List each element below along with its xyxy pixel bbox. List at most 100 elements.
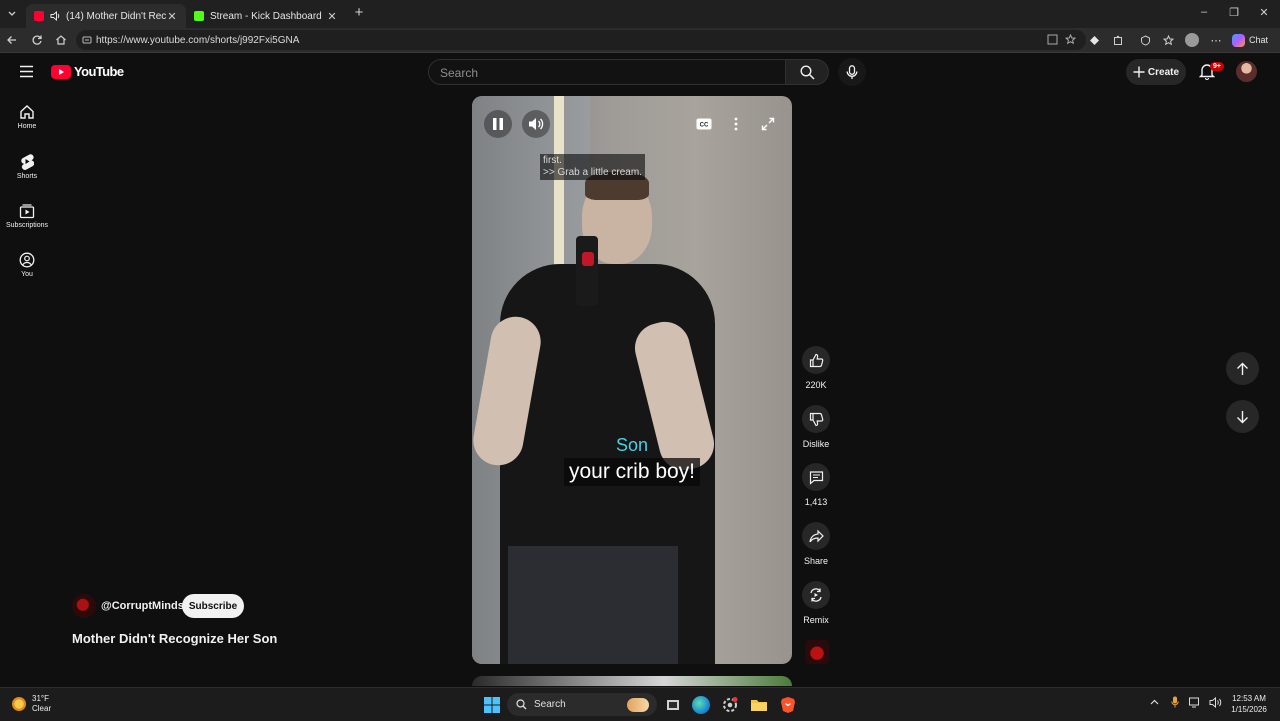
browser-toolbar: https://www.youtube.com/shorts/j992Fxi5G…	[0, 28, 1280, 53]
video-frame-object-light	[582, 252, 594, 266]
show-hidden-icons-chevron-icon[interactable]	[1150, 699, 1159, 705]
volume-button[interactable]	[522, 110, 550, 138]
dislike-label: Dislike	[802, 439, 830, 449]
voice-search-button[interactable]	[838, 58, 866, 86]
tab-close-icon[interactable]: ✕	[166, 10, 178, 23]
copilot-chat-button[interactable]: Chat	[1232, 32, 1268, 48]
dislike-button[interactable]: Dislike	[797, 405, 835, 449]
extensions-puzzle-icon[interactable]	[1110, 32, 1126, 48]
dislike-circle	[802, 405, 830, 433]
caption-line: >> Grab a little cream.	[543, 167, 642, 178]
sound-thumbnail[interactable]	[805, 640, 829, 664]
favorite-star-icon[interactable]	[1065, 34, 1076, 45]
sidebar-item-subscriptions[interactable]: Subscriptions	[0, 203, 54, 229]
svg-text:CC: CC	[700, 123, 709, 129]
tab-close-icon[interactable]: ✕	[326, 10, 338, 23]
account-avatar[interactable]	[1236, 61, 1257, 82]
address-bar[interactable]: https://www.youtube.com/shorts/j992Fxi5G…	[76, 30, 1086, 50]
remix-button[interactable]: Remix	[797, 581, 835, 625]
channel-name[interactable]: @CorruptMinds	[101, 600, 184, 612]
copilot-icon	[1232, 33, 1245, 47]
clock-date: 1/15/2026	[1231, 705, 1267, 714]
burned-caption-highlight: Son	[615, 435, 649, 455]
comment-icon	[809, 470, 824, 485]
settings-gear-icon[interactable]	[721, 696, 739, 714]
guide-menu-icon[interactable]	[19, 65, 34, 78]
remix-circle	[802, 581, 830, 609]
extension-diamond-icon[interactable]	[1086, 32, 1102, 48]
weather-widget[interactable]: 31°F Clear	[12, 694, 51, 714]
network-icon[interactable]	[1189, 697, 1201, 708]
closed-captions-icon[interactable]: CC	[694, 114, 714, 134]
more-menu-icon[interactable]: ⋯	[1208, 32, 1224, 48]
back-icon[interactable]	[4, 32, 20, 48]
file-explorer-icon[interactable]	[750, 696, 768, 714]
more-options-icon[interactable]	[726, 114, 746, 134]
task-view-icon[interactable]	[664, 696, 682, 714]
previous-short-button[interactable]	[1226, 352, 1259, 385]
browser-essentials-icon[interactable]	[1137, 32, 1153, 48]
new-tab-button[interactable]: +	[351, 4, 367, 21]
search-input[interactable]	[429, 60, 772, 86]
volume-tray-icon[interactable]	[1209, 696, 1222, 708]
sidebar-item-home[interactable]: Home	[0, 104, 54, 130]
tab-kick[interactable]: Stream - Kick Dashboard ✕	[186, 4, 346, 28]
burned-caption-text: your crib boy!	[563, 458, 701, 486]
site-info-icon[interactable]	[82, 35, 92, 45]
microphone-tray-icon[interactable]	[1171, 696, 1179, 708]
create-label: Create	[1147, 66, 1180, 78]
subscribe-button[interactable]: Subscribe	[182, 594, 244, 618]
like-button[interactable]: 220K	[797, 346, 835, 390]
create-button[interactable]: Create	[1126, 59, 1186, 85]
restore-icon[interactable]: ❐	[1226, 6, 1242, 19]
pause-button[interactable]	[484, 110, 512, 138]
minimize-icon[interactable]: –	[1196, 6, 1212, 18]
pause-icon	[492, 117, 504, 131]
sidebar-item-label: You	[21, 271, 33, 278]
search-highlight-icon	[627, 697, 649, 712]
youtube-play-logo-icon	[51, 64, 71, 79]
favorites-icon[interactable]	[1160, 32, 1176, 48]
video-title[interactable]: Mother Didn't Recognize Her Son	[72, 631, 277, 646]
tab-title: (14) Mother Didn't Recognize	[66, 10, 166, 22]
home-icon	[19, 104, 35, 120]
windows-start-icon[interactable]	[483, 696, 501, 714]
windows-taskbar: 31°F Clear Search 12:53 AM 1/15/2026	[0, 687, 1280, 721]
sidebar-item-you[interactable]: You	[0, 252, 54, 278]
reload-icon[interactable]	[29, 32, 45, 48]
next-short-button[interactable]	[1226, 400, 1259, 433]
fullscreen-icon[interactable]	[758, 114, 778, 134]
search-button[interactable]	[785, 59, 829, 85]
remix-label: Remix	[803, 615, 829, 625]
edge-browser-icon[interactable]	[692, 696, 710, 714]
sidebar-item-shorts[interactable]: Shorts	[0, 153, 54, 180]
tab-actions-chevron-icon[interactable]	[4, 6, 20, 22]
tab-youtube[interactable]: (14) Mother Didn't Recognize ✕	[26, 4, 186, 28]
comments-button[interactable]: 1,413	[797, 463, 835, 507]
sidebar-item-label: Shorts	[16, 173, 38, 180]
next-short-preview[interactable]	[472, 676, 792, 686]
taskbar-clock[interactable]: 12:53 AM 1/15/2026	[1228, 693, 1270, 715]
app-available-icon[interactable]	[1047, 34, 1058, 45]
subscriptions-icon	[19, 203, 35, 219]
video-frame-object	[576, 236, 598, 306]
home-icon[interactable]	[53, 32, 69, 48]
brave-browser-icon[interactable]	[779, 696, 797, 714]
profile-icon[interactable]	[1184, 32, 1200, 48]
you-icon	[19, 252, 35, 268]
chat-label: Chat	[1249, 35, 1269, 45]
taskbar-search[interactable]: Search	[507, 693, 657, 716]
speaker-icon[interactable]	[50, 11, 61, 21]
shorts-icon	[20, 153, 34, 170]
comment-count: 1,413	[804, 497, 828, 507]
share-button[interactable]: Share	[797, 522, 835, 566]
weather-moon-icon	[12, 697, 26, 711]
youtube-favicon-icon	[34, 11, 44, 21]
microphone-icon	[846, 64, 858, 80]
youtube-logo[interactable]: YouTube	[51, 64, 124, 79]
search-icon	[799, 64, 815, 80]
channel-avatar[interactable]	[72, 594, 96, 618]
share-label: Share	[803, 556, 829, 566]
close-window-icon[interactable]: ✕	[1256, 6, 1272, 19]
shorts-video-player[interactable]: CC first. >> Grab a little cream. Son yo…	[472, 96, 792, 664]
